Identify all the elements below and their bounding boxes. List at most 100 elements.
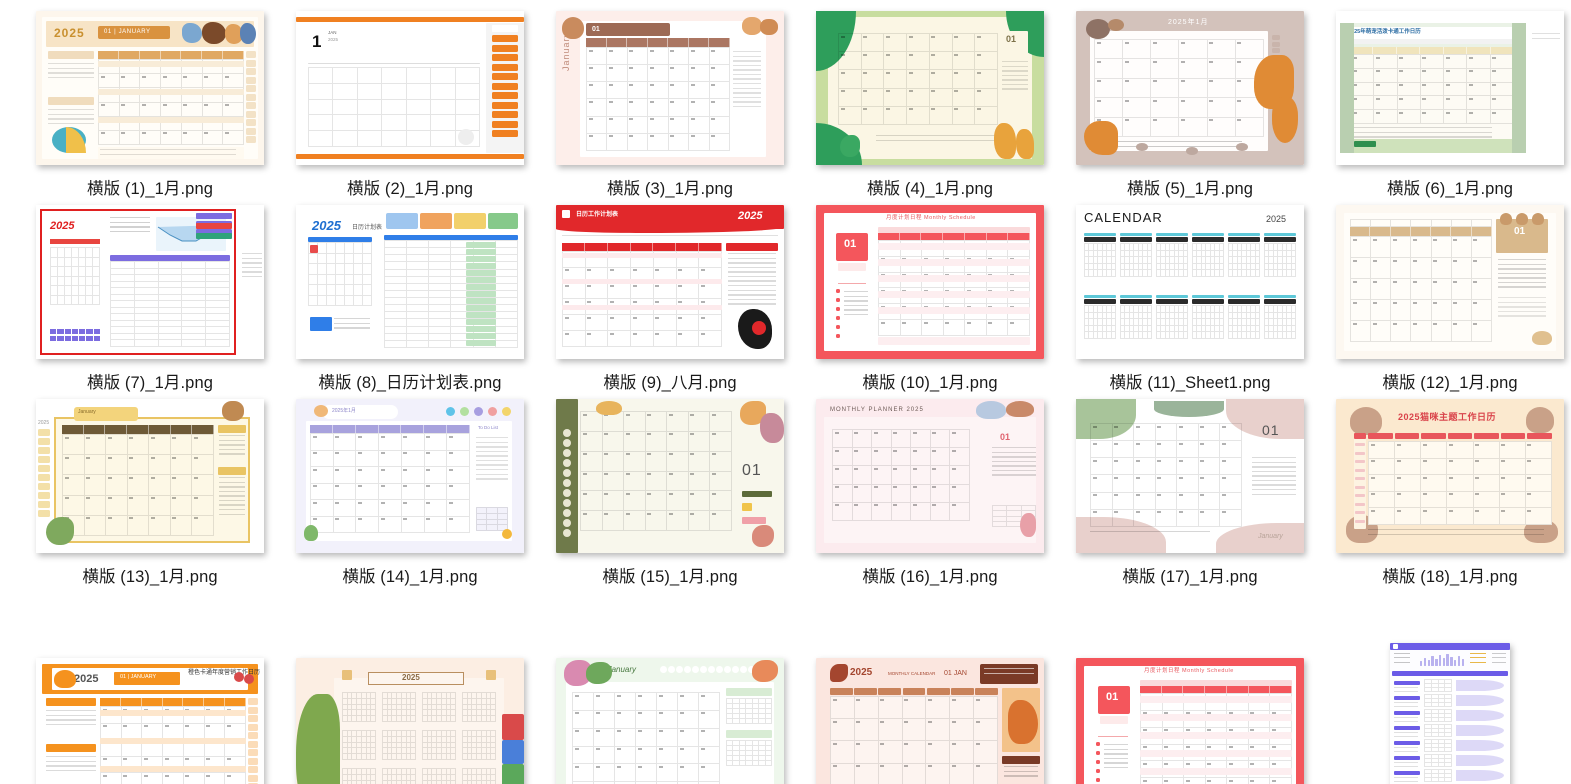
file-item[interactable]: 01 横版 (12)_1月.png xyxy=(1320,202,1571,393)
thumbnail-container[interactable]: January 01 xyxy=(551,8,789,168)
thumbnail-container[interactable]: 2025年1月 To Do List xyxy=(291,396,529,556)
file-thumbnail-6[interactable]: 2025年萌宠活泼卡通工作日历 xyxy=(1336,11,1564,165)
calendar-day-grid xyxy=(100,706,246,784)
file-item[interactable]: 2025 01 | JANUARY 橙色卡通年度营销工作日历 xyxy=(20,655,280,784)
thumbnail-container[interactable]: 月度计划日程 Monthly Schedule 01 xyxy=(811,202,1049,362)
file-thumbnail-10[interactable]: 月度计划日程 Monthly Schedule 01 xyxy=(816,205,1044,359)
file-item[interactable]: 2025年1月 To Do List 横版 (14)_1月.png xyxy=(280,396,540,587)
thumbnail-container[interactable]: 2025 MONTHLY CALENDAR 01 JAN xyxy=(811,655,1049,784)
file-thumbnail-7[interactable]: 2025 xyxy=(36,205,264,359)
file-item[interactable]: 2025 横版 (7)_1月.png xyxy=(20,202,280,393)
file-thumbnail-22[interactable]: 2025 MONTHLY CALENDAR 01 JAN xyxy=(816,658,1044,784)
file-item[interactable]: 日历工作计划表 2025 横版 (9)_八月.png xyxy=(540,202,800,393)
file-item[interactable]: 2025年萌宠活泼卡通工作日历 横版 (6)_1月.png xyxy=(1320,8,1571,199)
button-stack xyxy=(246,51,256,143)
file-thumbnail-18[interactable]: 2025猫咪主题工作日历 xyxy=(1336,399,1564,553)
color-bar xyxy=(1192,295,1224,298)
file-thumbnail-1[interactable]: 2025 01 | JANUARY xyxy=(36,11,264,165)
color-bar xyxy=(1355,443,1365,446)
color-bar xyxy=(1156,233,1188,236)
file-thumbnail-19[interactable]: 2025 01 | JANUARY 橙色卡通年度营销工作日历 xyxy=(36,658,264,784)
thumbnail-container[interactable]: 1 JAN 2025 xyxy=(291,8,529,168)
thumbnail-container[interactable]: 2025 xyxy=(31,202,269,362)
color-bar xyxy=(1355,519,1365,523)
thumbnail-container[interactable] xyxy=(1331,642,1569,784)
file-item[interactable]: 01 横版 (4)_1月.png xyxy=(800,8,1060,199)
file-item[interactable]: 01 January 横版 (17)_1月.png xyxy=(1060,396,1320,587)
file-thumbnail-12[interactable]: 01 xyxy=(1336,205,1564,359)
file-item[interactable]: 2025年1月 横版 (5)_1月.png xyxy=(1060,8,1320,199)
file-item[interactable]: 2025 MONTHLY CALENDAR 01 JAN xyxy=(800,655,1060,784)
thumbnail-container[interactable]: 01-January xyxy=(551,655,789,784)
thumbnail-container[interactable]: 2025猫咪主题工作日历 xyxy=(1331,396,1569,556)
thumbnail-container[interactable]: 2025 日历计划表 xyxy=(291,202,529,362)
file-grid[interactable]: 2025 01 | JANUARY 横版 (1)_1月.png 1 JAN 20… xyxy=(0,0,1571,784)
file-item[interactable]: 2025 xyxy=(280,655,540,784)
thumbnail-container[interactable]: 01 xyxy=(811,8,1049,168)
file-item[interactable]: 2025猫咪主题工作日历 横版 (18)_1月.png xyxy=(1320,396,1571,587)
file-item[interactable]: January 01 横版 (3)_1月.png xyxy=(540,8,800,199)
file-item[interactable]: 月度计划日程 Monthly Schedule 01 横版 (10)_1月.pn… xyxy=(800,202,1060,393)
calendar-day-grid xyxy=(1350,236,1492,342)
file-item[interactable]: 01-January xyxy=(540,655,800,784)
color-bar xyxy=(100,738,246,744)
file-thumbnail-23[interactable]: 月度计划日程 Monthly Schedule 01 xyxy=(1076,658,1304,784)
calendar-day-grid xyxy=(1120,243,1152,277)
color-bar xyxy=(486,670,496,680)
thumbnail-container[interactable]: 2025年萌宠活泼卡通工作日历 xyxy=(1331,8,1569,168)
thumb-text: 01 xyxy=(844,238,857,250)
file-thumbnail-5[interactable]: 2025年1月 xyxy=(1076,11,1304,165)
thumbnail-container[interactable]: 01 January xyxy=(1071,396,1309,556)
file-thumbnail-9[interactable]: 日历工作计划表 2025 xyxy=(556,205,784,359)
thumbnail-container[interactable]: 01 xyxy=(551,396,789,556)
file-item[interactable]: 2025 01 | JANUARY 横版 (1)_1月.png xyxy=(20,8,280,199)
file-thumbnail-11[interactable]: CALENDAR 2025 xyxy=(1076,205,1304,359)
thumb-text: MONTHLY CALENDAR xyxy=(888,671,936,676)
thumb-text: 日历工作计划表 xyxy=(576,212,619,218)
file-item[interactable]: 1 JAN 2025 横版 (2)_1月.png xyxy=(280,8,540,199)
file-label: 横版 (4)_1月.png xyxy=(866,180,994,198)
file-thumbnail-24[interactable] xyxy=(1390,642,1510,784)
color-bar xyxy=(1100,716,1128,724)
decor-blob xyxy=(1154,401,1224,417)
file-label: 横版 (18)_1月.png xyxy=(1382,568,1518,586)
thumbnail-container[interactable]: 2025 01 | JANUARY xyxy=(31,8,269,168)
thumbnail-container[interactable]: 2025 xyxy=(291,655,529,784)
file-item[interactable]: CALENDAR 2025 横版 (11)_Sheet1.png xyxy=(1060,202,1320,393)
thumbnail-container[interactable]: 2025年1月 xyxy=(1071,8,1309,168)
file-thumbnail-20[interactable]: 2025 xyxy=(296,658,524,784)
color-bar xyxy=(1192,299,1224,304)
file-item[interactable]: January 2025 横版 (13)_1月.png xyxy=(20,396,280,587)
decor-blob xyxy=(760,413,784,443)
file-item[interactable]: 2025 日历计划表 横版 (8)_日历计划表.png xyxy=(280,202,540,393)
button-stack xyxy=(1096,742,1100,784)
file-thumbnail-15[interactable]: 01 xyxy=(556,399,784,553)
file-thumbnail-3[interactable]: January 01 xyxy=(556,11,784,165)
thumb-text: 2025年萌宠活泼卡通工作日历 xyxy=(1348,29,1421,35)
file-thumbnail-2[interactable]: 1 JAN 2025 xyxy=(296,11,524,165)
file-thumbnail-17[interactable]: 01 January xyxy=(1076,399,1304,553)
calendar-day-grid xyxy=(1156,305,1188,339)
thumbnail-container[interactable]: January 2025 xyxy=(31,396,269,556)
file-thumbnail-16[interactable]: MONTHLY PLANNER 2025 01 xyxy=(816,399,1044,553)
file-thumbnail-4[interactable]: 01 xyxy=(816,11,1044,165)
file-item[interactable]: 月度计划日程 Monthly Schedule 01 xyxy=(1060,655,1320,784)
thumbnail-container[interactable]: 2025 01 | JANUARY 橙色卡通年度营销工作日历 xyxy=(31,655,269,784)
file-thumbnail-13[interactable]: January 2025 xyxy=(36,399,264,553)
file-item[interactable] xyxy=(1320,642,1571,784)
thumbnail-container[interactable]: MONTHLY PLANNER 2025 01 xyxy=(811,396,1049,556)
thumbnail-container[interactable]: 01 xyxy=(1331,202,1569,362)
thumbnail-container[interactable]: 月度计划日程 Monthly Schedule 01 xyxy=(1071,655,1309,784)
thumbnail-container[interactable]: 日历工作计划表 2025 xyxy=(551,202,789,362)
file-thumbnail-8[interactable]: 2025 日历计划表 xyxy=(296,205,524,359)
file-thumbnail-21[interactable]: 01-January xyxy=(556,658,784,784)
thumbnail-container[interactable]: CALENDAR 2025 xyxy=(1071,202,1309,362)
decor-blob xyxy=(1186,147,1198,155)
file-item[interactable]: 01 横版 (15)_1月.png xyxy=(540,396,800,587)
thumb-text: 月度计划日程 Monthly Schedule xyxy=(1144,668,1234,674)
file-item[interactable]: MONTHLY PLANNER 2025 01 横版 (16)_1月.png xyxy=(800,396,1060,587)
decor-blob xyxy=(1016,129,1034,159)
file-thumbnail-14[interactable]: 2025年1月 To Do List xyxy=(296,399,524,553)
decor-blob xyxy=(460,407,469,416)
color-bar xyxy=(1394,740,1420,745)
